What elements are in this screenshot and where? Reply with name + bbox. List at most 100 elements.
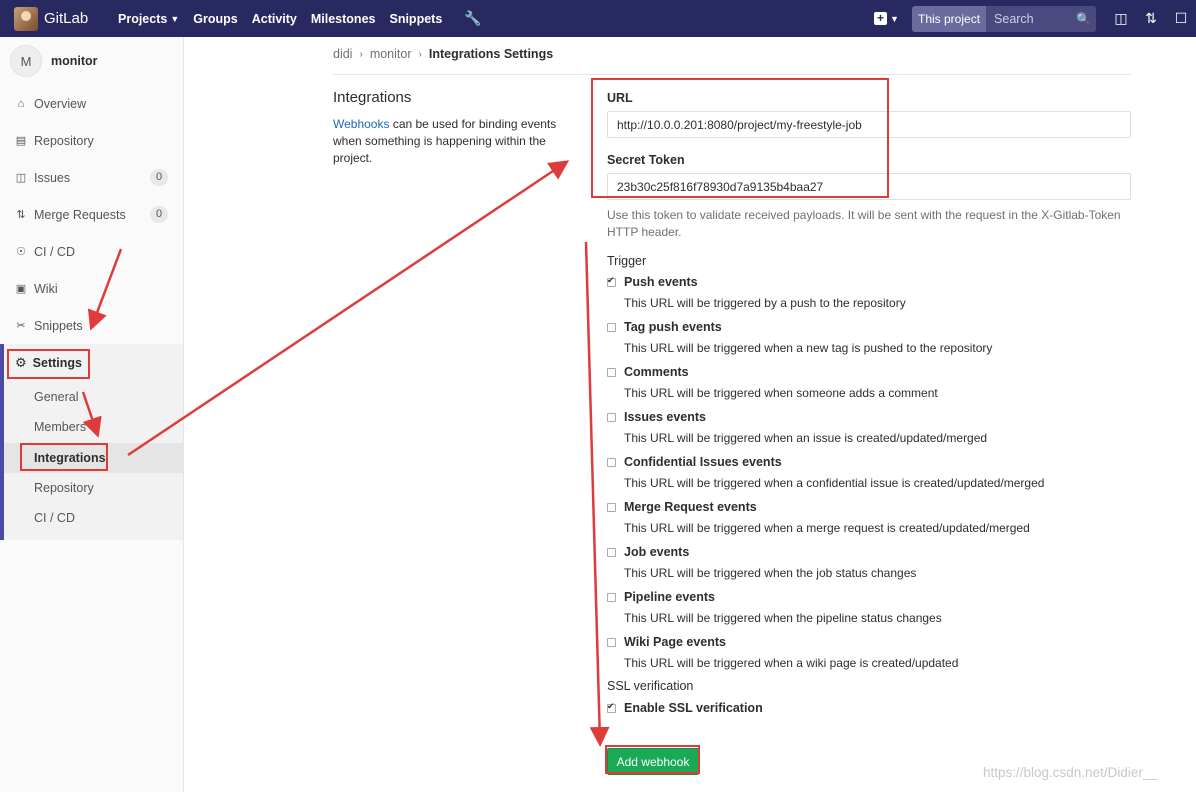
trigger-label: Trigger: [607, 254, 647, 268]
trigger-checkbox[interactable]: [607, 413, 616, 422]
issues-icon: ◫: [15, 172, 27, 184]
trigger-list: Push events This URL will be triggered by…: [607, 274, 1131, 671]
sidebar-subitem-general[interactable]: General: [4, 382, 183, 412]
sidebar-item-wiki[interactable]: ▣ Wiki: [0, 270, 183, 307]
trigger-checkbox[interactable]: [607, 593, 616, 602]
trigger-text: Push events This URL will be triggered by…: [624, 274, 906, 311]
sidebar-item-label: CI / CD: [34, 244, 75, 259]
breadcrumb-project-link[interactable]: monitor: [370, 47, 412, 61]
trigger-option: Wiki Page events This URL will be trigger…: [607, 634, 1131, 671]
trigger-description: This URL will be triggered when the job …: [624, 566, 917, 580]
trigger-title: Comments: [624, 365, 689, 379]
chevron-down-icon: ▼: [170, 13, 180, 24]
sidebar-subitem-ci-cd[interactable]: CI / CD: [4, 503, 183, 533]
trigger-checkbox[interactable]: [607, 368, 616, 377]
sidebar-subitem-members[interactable]: Members: [4, 412, 183, 442]
breadcrumb-group-link[interactable]: didi: [333, 47, 352, 61]
sidebar-item-label: Snippets: [34, 318, 83, 333]
annotation-arrow: [127, 160, 570, 457]
trigger-checkbox[interactable]: [607, 458, 616, 467]
trigger-description: This URL will be triggered when a wiki p…: [624, 656, 959, 670]
trigger-option: Pipeline events This URL will be triggere…: [607, 589, 1131, 626]
ssl-verification-label: SSL verification: [607, 679, 694, 693]
secret-token-field[interactable]: [607, 173, 1131, 200]
url-field[interactable]: [607, 111, 1131, 138]
secret-token-label: Secret Token: [607, 153, 685, 167]
webhooks-docs-link[interactable]: Webhooks: [333, 117, 389, 131]
trigger-checkbox[interactable]: [607, 323, 616, 332]
chevron-right-icon: ›: [359, 48, 363, 60]
sidebar-subitem-integrations[interactable]: Integrations: [4, 442, 183, 473]
search-scope-badge[interactable]: This project: [912, 5, 987, 32]
search-icon: 🔍: [1076, 11, 1091, 26]
project-avatar: M: [10, 45, 42, 77]
search-box: This project 🔍: [912, 5, 1096, 32]
sidebar-item-repository[interactable]: ▤ Repository: [0, 122, 183, 159]
book-icon: ▣: [15, 283, 27, 295]
admin-wrench-icon[interactable]: 🔧: [464, 10, 481, 27]
issues-nav-icon[interactable]: ◫: [1106, 10, 1136, 27]
sidebar-item-label: Issues: [34, 170, 71, 185]
trigger-title: Issues events: [624, 410, 706, 424]
trigger-checkbox[interactable]: [607, 548, 616, 557]
nav-groups[interactable]: Groups: [193, 12, 237, 26]
ssl-verification-checkbox[interactable]: [607, 701, 616, 713]
gitlab-logo-icon: [14, 6, 38, 31]
trigger-description: This URL will be triggered when an issue…: [624, 431, 988, 445]
nav-activity[interactable]: Activity: [252, 12, 297, 26]
trigger-option: Comments This URL will be triggered when …: [607, 364, 1131, 401]
url-label: URL: [607, 91, 633, 105]
add-webhook-button[interactable]: Add webhook: [607, 748, 699, 775]
trigger-title: Job events: [624, 545, 690, 559]
sidebar-item-snippets[interactable]: ✂ Snippets: [0, 307, 183, 344]
trigger-text: Confidential Issues events This URL will …: [624, 454, 1044, 491]
nav-projects[interactable]: Projects ▼: [118, 12, 179, 26]
trigger-text: Comments This URL will be triggered when …: [624, 364, 938, 401]
annotation-arrow: [584, 241, 610, 747]
nav-snippets[interactable]: Snippets: [389, 12, 442, 26]
ssl-verification-text: Enable SSL verification: [624, 701, 763, 715]
trigger-text: Issues events This URL will be triggered …: [624, 409, 987, 446]
trigger-title: Wiki Page events: [624, 635, 727, 649]
trigger-description: This URL will be triggered when the pipe…: [624, 611, 942, 625]
sidebar-item-settings[interactable]: ⚙ Settings: [4, 344, 183, 382]
todos-nav-icon[interactable]: ☐: [1166, 10, 1196, 27]
trigger-title: Confidential Issues events: [624, 455, 782, 469]
sidebar-settings-section: ⚙ Settings General Members Integrations …: [0, 344, 183, 540]
trigger-text: Job events This URL will be triggered whe…: [624, 544, 916, 581]
integrations-intro: Integrations Webhooks can be used for bi…: [333, 89, 573, 167]
sidebar-item-label: Overview: [34, 96, 87, 111]
trigger-option: Tag push events This URL will be triggere…: [607, 319, 1131, 356]
sidebar-item-label: Settings: [32, 356, 82, 370]
top-navbar: GitLab Projects ▼ Groups Activity Milest…: [0, 0, 1196, 37]
new-dropdown-button[interactable]: + ▼: [874, 12, 908, 25]
sidebar-item-label: Repository: [34, 133, 94, 148]
merge-requests-count-badge: 0: [150, 206, 168, 223]
trigger-checkbox[interactable]: [607, 638, 616, 647]
brand-name: GitLab: [44, 10, 89, 27]
trigger-description: This URL will be triggered when a merge …: [624, 521, 1030, 535]
merge-requests-nav-icon[interactable]: ⇅: [1136, 10, 1166, 27]
trigger-title: Push events: [624, 275, 698, 289]
gitlab-logo-link[interactable]: GitLab: [14, 6, 104, 31]
home-icon: ⌂: [17, 97, 25, 110]
trigger-checkbox[interactable]: [607, 275, 616, 287]
trigger-checkbox[interactable]: [607, 503, 616, 512]
trigger-option: Job events This URL will be triggered whe…: [607, 544, 1131, 581]
trigger-description: This URL will be triggered when a confid…: [624, 476, 1045, 490]
trigger-option: Issues events This URL will be triggered …: [607, 409, 1131, 446]
trigger-description: This URL will be triggered when someone …: [624, 386, 938, 400]
sidebar-subitem-repository[interactable]: Repository: [4, 473, 183, 503]
sidebar-item-issues[interactable]: ◫ Issues 0: [0, 159, 183, 196]
sidebar-item-overview[interactable]: ⌂ Overview: [0, 85, 183, 122]
nav-milestones[interactable]: Milestones: [311, 12, 376, 26]
sidebar-item-merge-requests[interactable]: ⇅ Merge Requests 0: [0, 196, 183, 233]
search-input[interactable]: [986, 11, 1076, 26]
rocket-icon: ☉: [16, 246, 26, 258]
issues-count-badge: 0: [150, 169, 168, 186]
trigger-title: Merge Request events: [624, 500, 757, 514]
trigger-text: Merge Request events This URL will be tri…: [624, 499, 1030, 536]
breadcrumb-current[interactable]: Integrations Settings: [429, 47, 553, 61]
sidebar-item-ci-cd[interactable]: ☉ CI / CD: [0, 233, 183, 270]
sidebar-project-header[interactable]: M monitor: [0, 37, 183, 85]
